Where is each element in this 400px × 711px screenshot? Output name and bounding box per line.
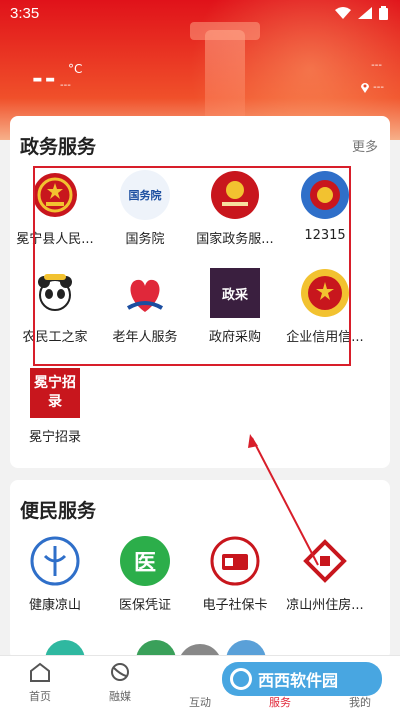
watermark-text: 西西软件园	[258, 671, 339, 690]
weather-temperature: --	[32, 64, 58, 94]
convenience-services-title: 便民服务	[20, 500, 97, 522]
recruitment-icon: 冕宁招录	[30, 368, 80, 418]
home-icon	[30, 662, 50, 682]
status-icons	[335, 6, 388, 20]
weather-description: ---	[60, 80, 71, 91]
location-text: ---	[373, 82, 384, 93]
conv-item-label: 凉山州住房...	[286, 598, 364, 613]
status-bar: 3:35	[0, 0, 400, 26]
tab-label: 首页	[29, 690, 51, 703]
gov-item-label: 冕宁招录	[28, 430, 81, 445]
tab-label: 互动	[189, 696, 211, 709]
watermark-logo: 西西软件园	[222, 662, 382, 696]
battery-icon	[379, 6, 388, 20]
watermark-icon	[230, 668, 252, 690]
gov-services-card: 政务服务 更多 冕宁县人民... 国务院 国务院 国家政务服... 12315 …	[10, 116, 390, 468]
tab-home[interactable]: 首页	[5, 662, 75, 704]
wifi-icon	[335, 7, 351, 19]
tab-media[interactable]: 融媒	[85, 662, 155, 704]
gov-services-title: 政务服务	[20, 136, 97, 158]
conv-item-insurance[interactable]: 医 医保凭证	[100, 536, 190, 613]
highlight-box	[33, 166, 351, 366]
signal-icon	[358, 7, 372, 19]
medical-insurance-badge: 医	[133, 551, 156, 576]
conv-item-label: 医保凭证	[118, 598, 171, 613]
recruitment-badge: 冕宁招录	[34, 375, 76, 410]
conv-item-label: 健康凉山	[28, 598, 81, 613]
more-link[interactable]: 更多	[352, 136, 378, 155]
tab-interaction[interactable]: 互动	[165, 692, 235, 710]
conv-item-label: 电子社保卡	[202, 598, 268, 613]
weather-detail: ---	[371, 60, 382, 71]
media-icon	[111, 663, 129, 681]
conv-item-housing-fund[interactable]: 凉山州住房...	[280, 536, 370, 613]
status-time: 3:35	[10, 5, 40, 22]
conv-item-social-card[interactable]: 电子社保卡	[190, 536, 280, 613]
social-security-icon	[210, 536, 260, 586]
tab-label: 服务	[269, 696, 291, 709]
convenience-services-card: 便民服务 健康凉山 医 医保凭证 电子社保卡 凉山州住房...	[10, 480, 390, 662]
tab-label: 我的	[349, 696, 371, 709]
location[interactable]: ---	[361, 82, 384, 93]
health-icon	[30, 536, 80, 586]
medical-insurance-icon: 医	[120, 536, 170, 586]
conv-item-health[interactable]: 健康凉山	[10, 536, 100, 613]
location-pin-icon	[361, 83, 370, 93]
header-monument	[205, 30, 245, 130]
tab-label: 融媒	[109, 690, 131, 703]
weather-unit: °C	[68, 62, 83, 76]
gov-item-recruitment[interactable]: 冕宁招录 冕宁招录	[10, 368, 100, 445]
housing-fund-icon	[300, 536, 350, 586]
